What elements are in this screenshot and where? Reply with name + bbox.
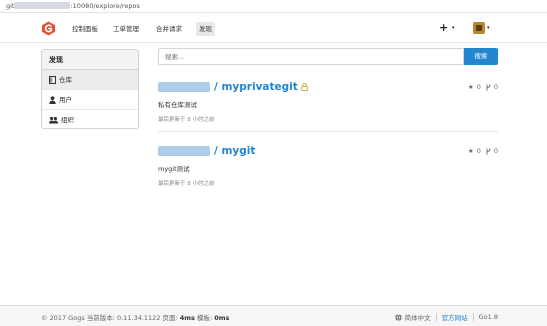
- explore-menu-title: 发现: [42, 50, 138, 70]
- gogs-logo-icon[interactable]: [41, 21, 56, 36]
- url-prefix: git: [6, 2, 15, 10]
- nav-dashboard[interactable]: 控制面板: [69, 22, 101, 36]
- search-input[interactable]: [158, 48, 464, 65]
- menu-item-label: 组织: [61, 116, 74, 124]
- repo-stats: ★ 0 0: [468, 83, 498, 91]
- organization-icon: [49, 116, 58, 124]
- go-version-text: Go1.8: [478, 313, 498, 321]
- repo-stats: ★ 0 0: [468, 147, 498, 155]
- url-suffix: :10080/explore/repos: [70, 2, 140, 10]
- repo-title[interactable]: / mygit: [158, 144, 498, 158]
- repo-title[interactable]: / myprivategit: [158, 80, 498, 94]
- official-website-link[interactable]: 官方网站: [442, 312, 468, 322]
- menu-item-users[interactable]: 用户: [42, 90, 138, 110]
- repo-name-link[interactable]: / myprivategit: [214, 81, 298, 93]
- footer-template-time: 0ms: [214, 314, 230, 322]
- footer-links: 简体中文 官方网站 Go1.8: [394, 312, 498, 322]
- avatar[interactable]: [473, 22, 485, 34]
- repo-list-item: / mygit ★ 0 0 mygit测试 最后更新于 8 小时之前: [158, 144, 498, 187]
- user-icon: [49, 95, 56, 104]
- create-caret-icon[interactable]: ▾: [452, 25, 455, 31]
- menu-item-repositories[interactable]: 仓库: [42, 70, 138, 90]
- language-selector[interactable]: 简体中文: [405, 312, 431, 322]
- divider: [472, 313, 474, 321]
- create-new-button[interactable]: +: [439, 21, 448, 34]
- repo-updated-time: 最后更新于 8 小时之前: [158, 117, 215, 123]
- fork-icon: [486, 83, 491, 90]
- star-icon: ★: [467, 83, 474, 91]
- footer-page-time: 4ms: [179, 314, 195, 322]
- repo-description: mygit测试: [158, 165, 190, 173]
- star-count: 0: [476, 83, 481, 91]
- globe-icon: [394, 313, 402, 321]
- url-text[interactable]: git :10080/explore/repos: [6, 2, 140, 10]
- menu-item-organizations[interactable]: 组织: [42, 110, 138, 128]
- footer-version-info: © 2017 Gogs 当前版本: 0.11.34.1122 页面: 4ms 模…: [41, 312, 229, 322]
- footer-template-label: 模板:: [194, 314, 215, 322]
- menu-item-label: 仓库: [59, 75, 72, 84]
- menu-item-label: 用户: [59, 95, 72, 104]
- footer-copyright: © 2017 Gogs 当前版本: 0.11.34.1122 页面:: [41, 314, 180, 322]
- nav-pull-requests[interactable]: 合并请求: [153, 22, 185, 36]
- star-count: 0: [476, 147, 481, 155]
- repo-owner-redacted: [158, 146, 210, 156]
- repo-name-link[interactable]: / mygit: [214, 145, 255, 157]
- top-navbar: 控制面板 工单管理 合并请求 发现 + ▾ ▾: [0, 14, 547, 43]
- repo-description: 私有仓库测试: [158, 101, 197, 109]
- nav-issues[interactable]: 工单管理: [110, 22, 142, 36]
- lock-icon: [301, 83, 308, 91]
- page-footer: © 2017 Gogs 当前版本: 0.11.34.1122 页面: 4ms 模…: [0, 305, 547, 326]
- repo-icon: [49, 75, 56, 84]
- user-menu-caret-icon[interactable]: ▾: [487, 25, 490, 31]
- fork-icon: [486, 147, 491, 154]
- repo-owner-redacted: [158, 82, 210, 92]
- search-button[interactable]: 搜索: [464, 48, 498, 65]
- nav-explore[interactable]: 发现: [196, 22, 215, 36]
- repo-updated-time: 最后更新于 8 小时之前: [158, 181, 215, 187]
- star-icon: ★: [467, 147, 474, 155]
- url-redacted: [14, 2, 71, 9]
- fork-count: 0: [493, 83, 498, 91]
- divider: [435, 313, 437, 321]
- repo-list-item: / myprivategit ★ 0 0 私有仓库测试 最后更新于 8 小时之前: [158, 80, 498, 123]
- divider: [158, 131, 498, 132]
- explore-menu: 发现 仓库 用户 组织: [41, 49, 139, 129]
- browser-address-bar[interactable]: git :10080/explore/repos: [0, 0, 547, 13]
- fork-count: 0: [493, 147, 498, 155]
